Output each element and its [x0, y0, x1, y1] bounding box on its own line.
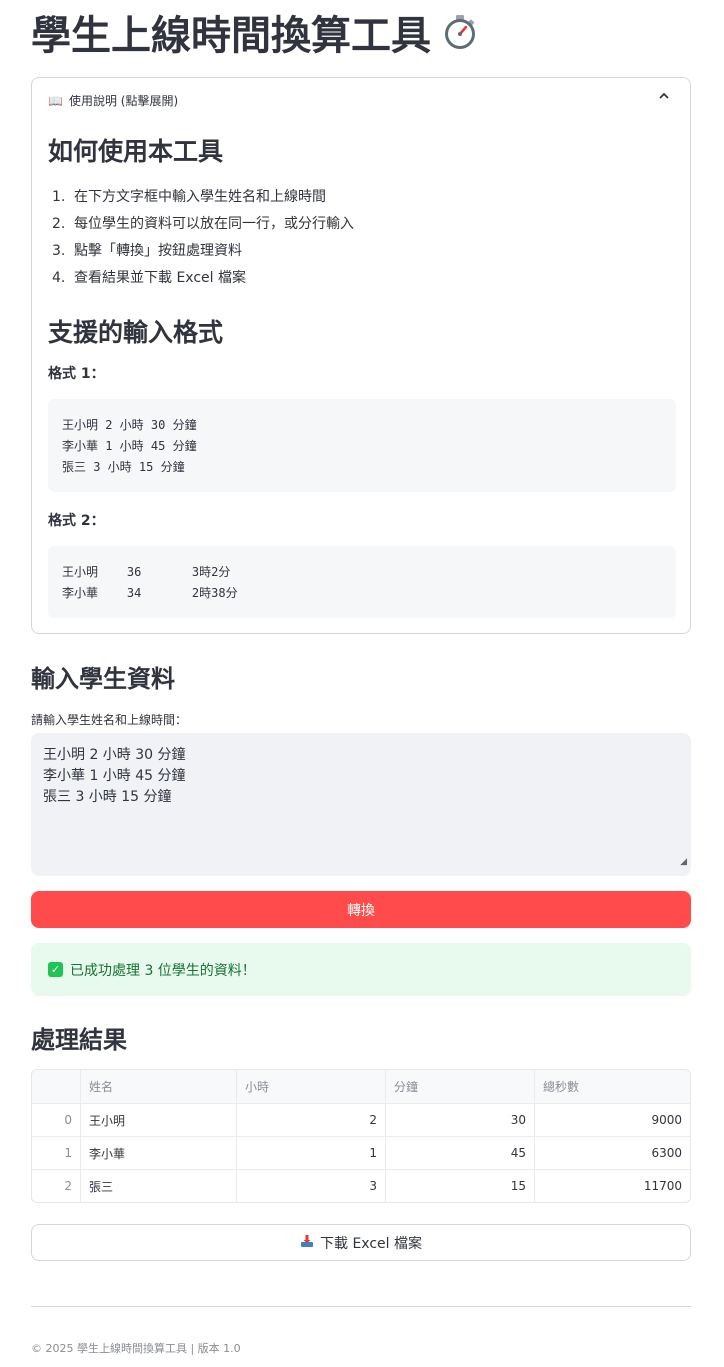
table-cell[interactable]: 2 [32, 1170, 80, 1202]
chevron-up-icon[interactable] [658, 90, 670, 106]
table-cell[interactable]: 3 [236, 1170, 385, 1202]
inbox-tray-icon [300, 1234, 314, 1252]
column-header[interactable] [32, 1070, 80, 1103]
expander-header[interactable]: 📖 使用說明 (點擊展開) [48, 92, 178, 109]
column-header[interactable]: 分鐘 [385, 1070, 534, 1103]
table-cell[interactable]: 11700 [534, 1170, 690, 1202]
format1-label: 格式 1： [48, 366, 105, 382]
input-label: 請輸入學生姓名和上線時間： [31, 713, 188, 727]
format1-code: 王小明 2 小時 30 分鐘 李小華 1 小時 45 分鐘 張三 3 小時 15… [48, 399, 676, 492]
footer-divider [31, 1306, 691, 1307]
how-to-heading: 如何使用本工具 [48, 137, 224, 166]
steps-list: 1. 在下方文字框中輸入學生姓名和上線時間 2. 每位學生的資料可以放在同一行，或分… [48, 184, 354, 292]
input-section-title: 輸入學生資料 [31, 665, 175, 693]
resize-handle-icon[interactable]: ◢ [680, 852, 687, 873]
table-cell[interactable]: 0 [32, 1104, 80, 1136]
page-title: 學生上線時間換算工具 [31, 8, 479, 66]
format2-label: 格式 2： [48, 513, 105, 529]
column-header[interactable]: 姓名 [80, 1070, 236, 1103]
table-header: 姓名 小時 分鐘 總秒數 [32, 1070, 690, 1103]
format2-code: 王小明 36 3時2分 李小華 34 2時38分 [48, 546, 676, 618]
table-cell[interactable]: 15 [385, 1170, 534, 1202]
table-cell[interactable]: 30 [385, 1104, 534, 1136]
table-cell[interactable]: 李小華 [80, 1137, 236, 1169]
download-button-label: 下載 Excel 檔案 [320, 1235, 422, 1252]
table-cell[interactable]: 2 [236, 1104, 385, 1136]
convert-button[interactable]: 轉換 [31, 891, 691, 928]
table-cell[interactable]: 1 [236, 1137, 385, 1169]
table-cell[interactable]: 張三 [80, 1170, 236, 1202]
list-item: 2. 每位學生的資料可以放在同一行，或分行輸入 [52, 216, 354, 232]
list-item: 1. 在下方文字框中輸入學生姓名和上線時間 [52, 189, 326, 205]
student-data-textarea[interactable]: 王小明 2 小時 30 分鐘 李小華 1 小時 45 分鐘 張三 3 小時 15… [31, 733, 691, 876]
table-row: 2 張三 3 15 11700 [32, 1169, 690, 1202]
results-table: 姓名 小時 分鐘 總秒數 0 王小明 2 30 9000 1 李小華 1 45 … [31, 1069, 691, 1203]
open-book-icon: 📖 [48, 94, 63, 108]
instructions-expander: 📖 使用說明 (點擊展開) 如何使用本工具 1. 在下方文字框中輸入學生姓名和上線時… [31, 77, 691, 634]
table-cell[interactable]: 45 [385, 1137, 534, 1169]
table-cell[interactable]: 9000 [534, 1104, 690, 1136]
success-message: 已成功處理 3 位學生的資料！ [70, 962, 256, 979]
table-cell[interactable]: 6300 [534, 1137, 690, 1169]
formats-heading: 支援的輸入格式 [48, 318, 224, 347]
list-item: 4. 查看結果並下載 Excel 檔案 [52, 270, 246, 286]
column-header[interactable]: 小時 [236, 1070, 385, 1103]
table-row: 1 李小華 1 45 6300 [32, 1136, 690, 1169]
table-cell[interactable]: 1 [32, 1137, 80, 1169]
check-icon: ✓ [48, 962, 63, 977]
download-excel-button[interactable]: 下載 Excel 檔案 [31, 1224, 691, 1261]
success-alert: ✓ 已成功處理 3 位學生的資料！ [31, 943, 691, 996]
table-row: 0 王小明 2 30 9000 [32, 1103, 690, 1136]
stopwatch-icon [441, 10, 479, 66]
list-item: 3. 點擊「轉換」按鈕處理資料 [52, 243, 242, 259]
footer-text: © 2025 學生上線時間換算工具 | 版本 1.0 [31, 1342, 241, 1355]
table-cell[interactable]: 王小明 [80, 1104, 236, 1136]
results-section-title: 處理結果 [31, 1026, 127, 1054]
expander-label: 使用說明 (點擊展開) [68, 94, 179, 108]
column-header[interactable]: 總秒數 [534, 1070, 690, 1103]
